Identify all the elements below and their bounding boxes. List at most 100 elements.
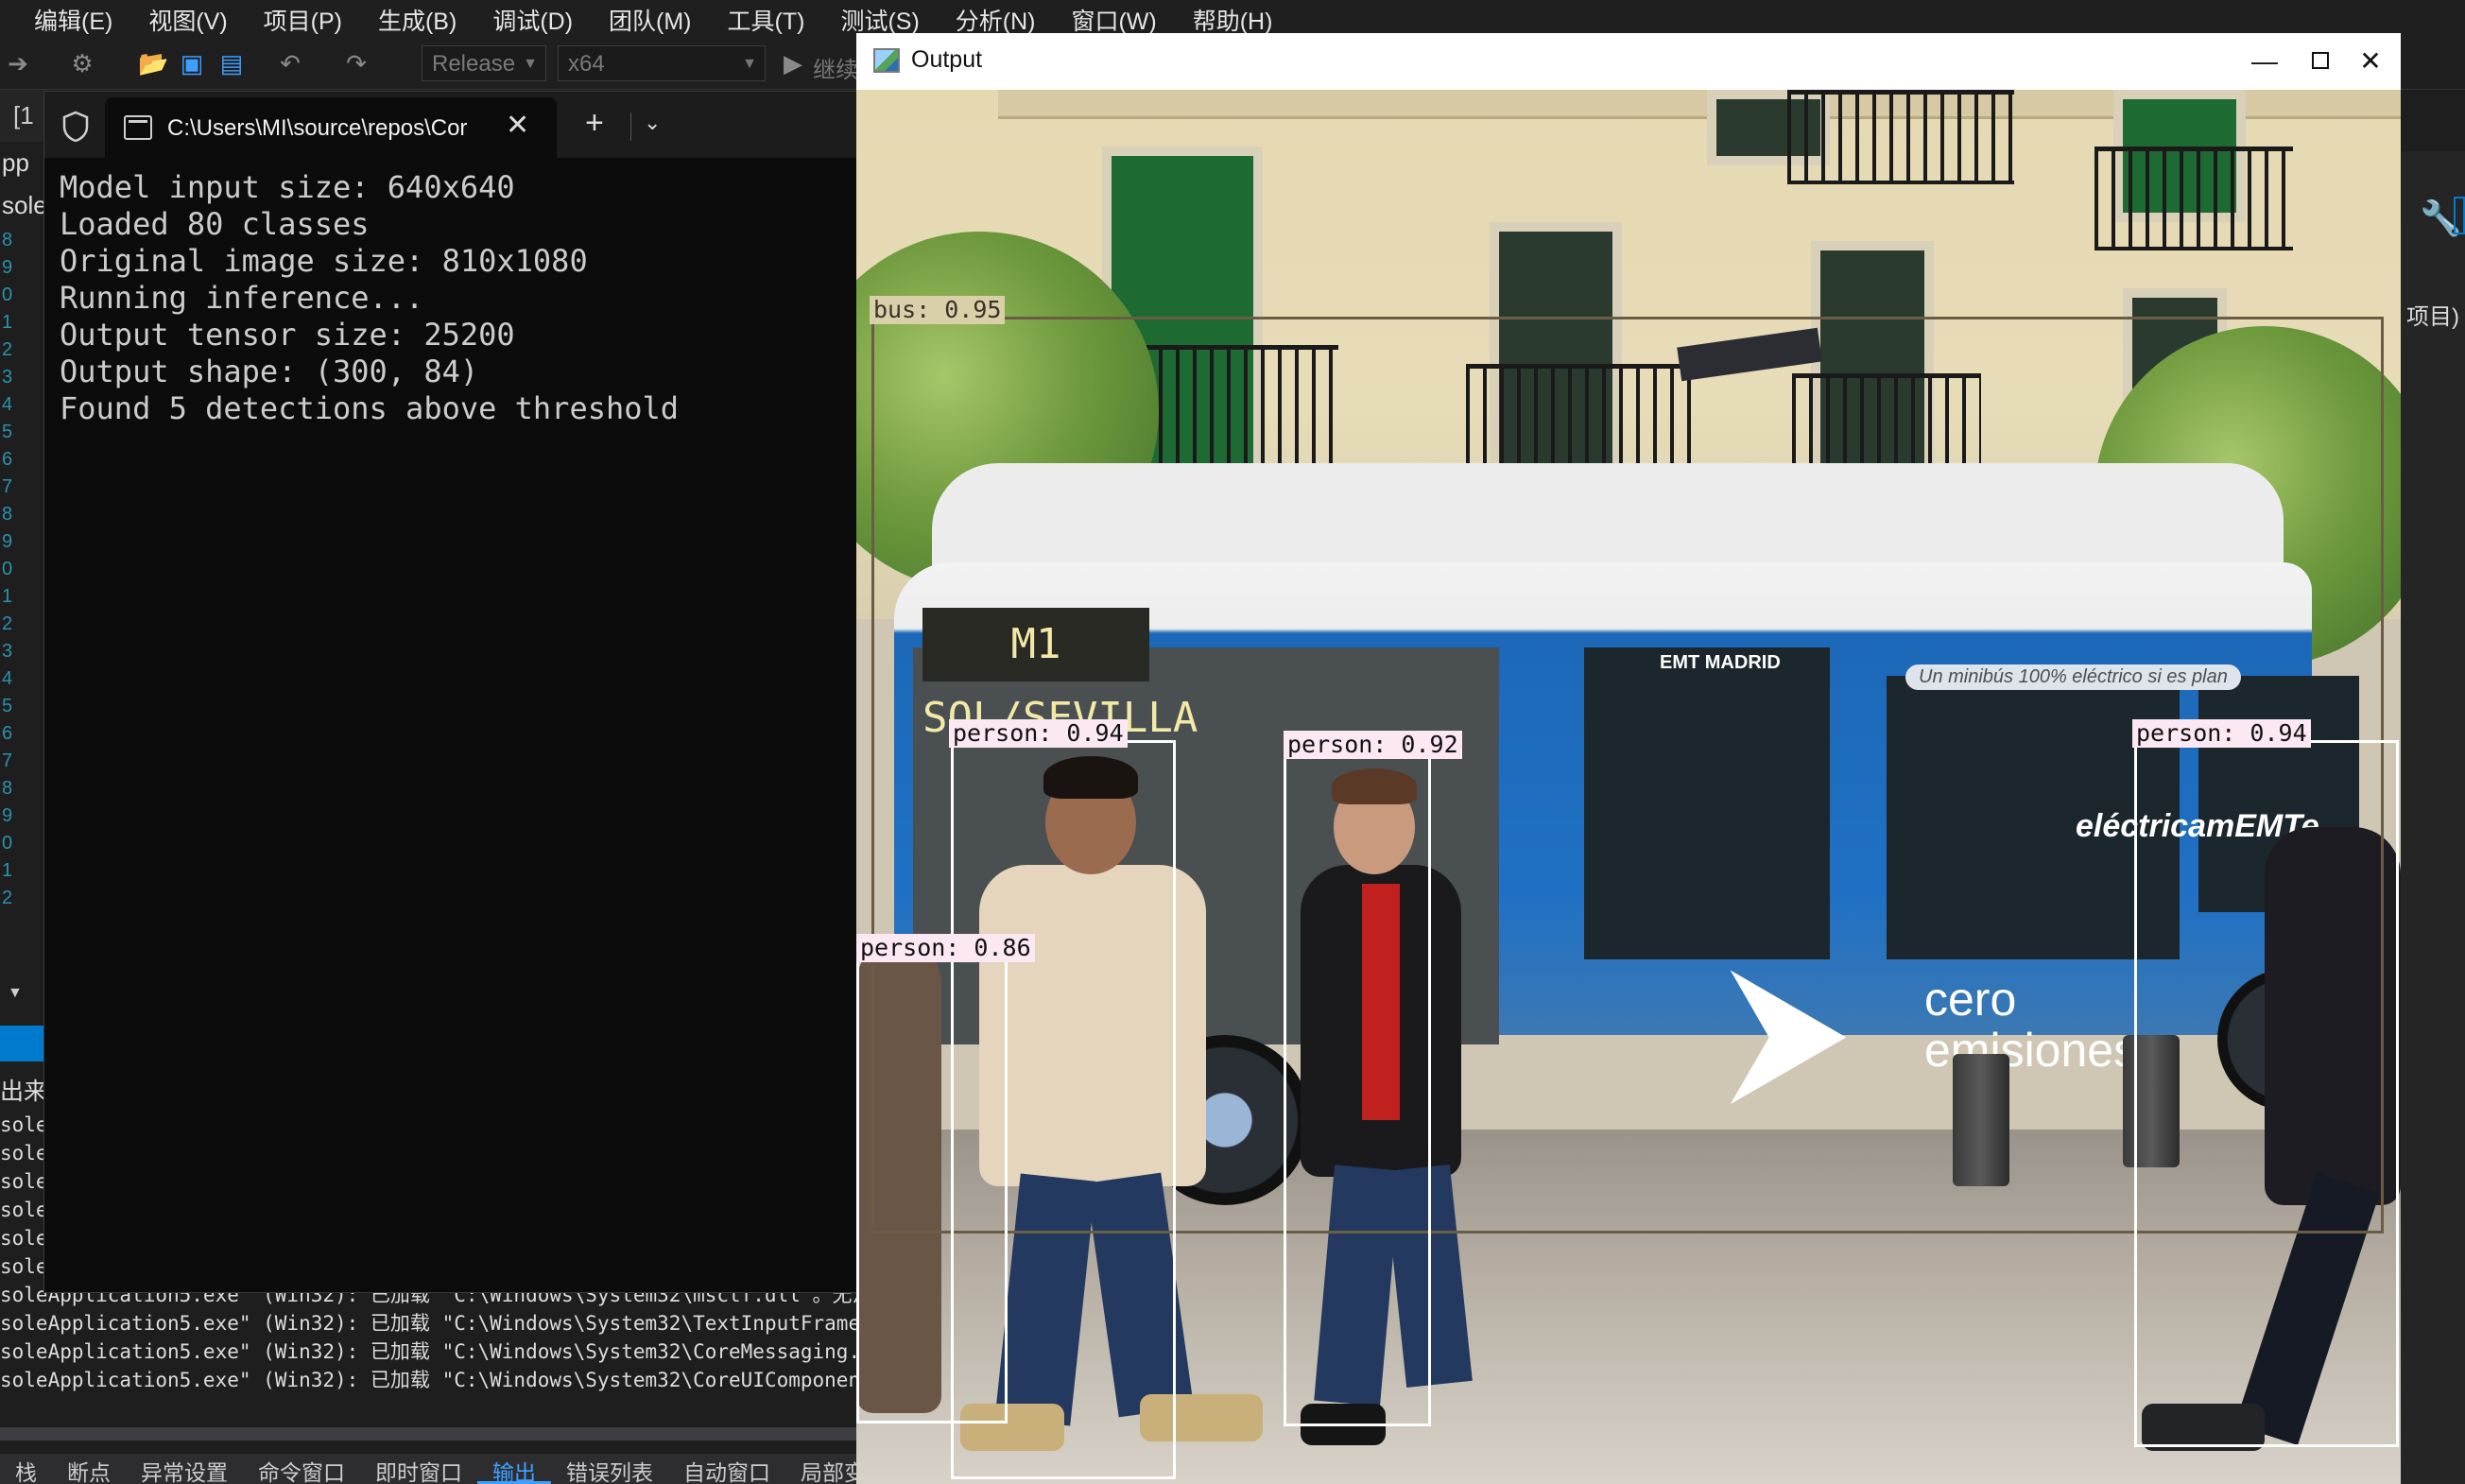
gutter-label: pp xyxy=(2,148,29,177)
debug-settings-icon[interactable]: ⚙ xyxy=(68,49,96,78)
menu-project[interactable]: 项目(P) xyxy=(246,3,360,37)
menu-team[interactable]: 团队(M) xyxy=(591,3,709,37)
line-number: 5 xyxy=(2,696,13,716)
document-tab-strip[interactable]: [1 xyxy=(0,90,47,142)
line-number: 0 xyxy=(2,285,13,305)
menu-tools[interactable]: 工具(T) xyxy=(710,3,823,37)
gutter-label: sole xyxy=(2,191,43,219)
output-source-label: 出来 xyxy=(0,1078,48,1105)
undo-icon[interactable]: ↶ xyxy=(276,49,304,78)
solution-config-select[interactable]: Release ▼ xyxy=(422,45,546,81)
line-number: 5 xyxy=(2,422,13,442)
console-line: Model input size: 640x640 xyxy=(60,169,515,205)
close-icon[interactable]: ✕ xyxy=(506,109,529,142)
line-number: 2 xyxy=(2,613,13,634)
maximize-icon xyxy=(2312,52,2329,69)
save-all-icon[interactable]: ▤ xyxy=(217,49,246,78)
console-window: C:\Users\MI\source\repos\Cor ✕ + ⌄ Model… xyxy=(43,91,858,1293)
new-tab-button[interactable]: + xyxy=(585,105,604,142)
image-app-icon xyxy=(873,48,900,73)
line-number: 6 xyxy=(2,723,13,744)
maximize-button[interactable] xyxy=(2291,41,2344,82)
forward-icon[interactable]: ➔ xyxy=(4,49,32,78)
line-number: 1 xyxy=(2,860,13,881)
line-number: 4 xyxy=(2,668,13,689)
console-tab[interactable]: C:\Users\MI\source\repos\Cor ✕ xyxy=(105,97,557,158)
balcony-railing xyxy=(2094,147,2293,250)
line-number: 4 xyxy=(2,394,13,415)
line-number: 8 xyxy=(2,230,13,250)
line-number: 8 xyxy=(2,778,13,799)
line-number: 9 xyxy=(2,257,13,278)
output-window-titlebar: Output — ✕ xyxy=(856,33,2401,90)
detection-box-person[interactable] xyxy=(1284,751,1431,1426)
output-line: soleApplication5.exe" (Win32): 已加载 "C:\W… xyxy=(0,1340,860,1363)
console-line: Loaded 80 classes xyxy=(60,206,370,242)
menu-analyze[interactable]: 分析(N) xyxy=(938,3,1054,37)
line-number: 8 xyxy=(2,504,13,525)
play-icon[interactable]: ▶ xyxy=(779,49,807,78)
open-folder-icon[interactable]: 📂 xyxy=(138,49,168,78)
detection-label-bus: bus: 0.95 xyxy=(870,296,1006,324)
bottom-tab[interactable]: 异常设置 xyxy=(126,1454,243,1484)
close-button[interactable]: ✕ xyxy=(2344,41,2397,82)
menu-edit[interactable]: 编辑(E) xyxy=(0,3,130,37)
bottom-tab[interactable]: 局部变量 xyxy=(785,1454,856,1484)
line-number: 9 xyxy=(2,531,13,552)
editor-gutter: pp sole 8 9 0 1 2 3 4 5 6 7 8 9 0 1 2 3 4 5 6 7 8 9 0 1 2 xyxy=(0,142,43,992)
menu-window[interactable]: 窗口(W) xyxy=(1053,3,1174,37)
console-line: Output shape: (300, 84) xyxy=(60,354,479,389)
redo-icon[interactable]: ↷ xyxy=(342,49,371,78)
detection-label-person: person: 0.92 xyxy=(1284,731,1462,759)
save-icon[interactable]: ▣ xyxy=(178,49,206,78)
output-line: soleApplication5.exe" (Win32): 已加载 "C:\W… xyxy=(0,1369,860,1391)
output-window-title: Output xyxy=(911,46,983,73)
bottom-tool-tabs: 栈断点异常设置命令窗口即时窗口输出错误列表自动窗口局部变量 xyxy=(0,1454,856,1484)
output-line: soleApplication5.exe" (Win32): 已加载 "C:\W… xyxy=(0,1312,860,1335)
menu-help[interactable]: 帮助(H) xyxy=(1175,3,1291,37)
line-number: 2 xyxy=(2,888,13,908)
chevron-down-icon: ▼ xyxy=(742,56,757,72)
continue-label[interactable]: 继续 xyxy=(813,51,858,84)
console-line: Found 5 detections above threshold xyxy=(60,390,680,426)
bottom-tab[interactable]: 输出 xyxy=(477,1454,551,1484)
line-number: 2 xyxy=(2,339,13,360)
detection-box-person[interactable] xyxy=(2134,740,2399,1447)
menu-test[interactable]: 测试(S) xyxy=(822,3,937,37)
line-number: 7 xyxy=(2,476,13,497)
bottom-tab[interactable]: 即时窗口 xyxy=(360,1454,477,1484)
detection-box-person[interactable] xyxy=(856,955,1008,1424)
line-number: 7 xyxy=(2,751,13,771)
menu-debug[interactable]: 调试(D) xyxy=(474,3,591,37)
bottom-tab[interactable]: 错误列表 xyxy=(551,1454,668,1484)
chevron-down-icon[interactable]: ⌄ xyxy=(644,111,661,135)
line-number: 1 xyxy=(2,586,13,607)
console-output: Model input size: 640x640 Loaded 80 class… xyxy=(60,169,853,427)
menu-view[interactable]: 视图(V) xyxy=(130,3,245,37)
line-number: 6 xyxy=(2,449,13,470)
console-tab-title: C:\Users\MI\source\repos\Cor xyxy=(167,115,468,141)
scroll-down-icon[interactable]: ▼ xyxy=(8,985,23,1002)
output-window: Output — ✕ M1 SOL/SEVILLA Un minibús 100 xyxy=(856,33,2401,1484)
shield-icon xyxy=(62,111,89,143)
selection-indicator xyxy=(2454,197,2465,234)
minimize-button[interactable]: — xyxy=(2238,41,2291,82)
detection-label-person: person: 0.86 xyxy=(856,934,1035,962)
console-line: Output tensor size: 25200 xyxy=(60,317,515,353)
line-number: 3 xyxy=(2,641,13,662)
console-titlebar: C:\Users\MI\source\repos\Cor ✕ + ⌄ xyxy=(44,92,857,158)
chevron-down-icon: ▼ xyxy=(523,56,538,72)
output-horizontal-scrollbar[interactable] xyxy=(0,1427,856,1441)
bottom-tab[interactable]: 断点 xyxy=(52,1454,126,1484)
menu-build[interactable]: 生成(B) xyxy=(360,3,474,37)
console-line: Original image size: 810x1080 xyxy=(60,243,588,279)
line-numbers: 8 9 0 1 2 3 4 5 6 7 8 9 0 1 2 3 4 5 6 7 8 9 0 1 2 xyxy=(0,227,43,912)
line-number: 0 xyxy=(2,559,13,579)
terminal-icon xyxy=(124,115,152,140)
platform-value: x64 xyxy=(568,51,605,77)
platform-select[interactable]: x64 ▼ xyxy=(558,45,766,81)
bottom-tab[interactable]: 栈 xyxy=(0,1454,52,1484)
line-number: 3 xyxy=(2,367,13,388)
bottom-tab[interactable]: 命令窗口 xyxy=(243,1454,360,1484)
bottom-tab[interactable]: 自动窗口 xyxy=(668,1454,785,1484)
